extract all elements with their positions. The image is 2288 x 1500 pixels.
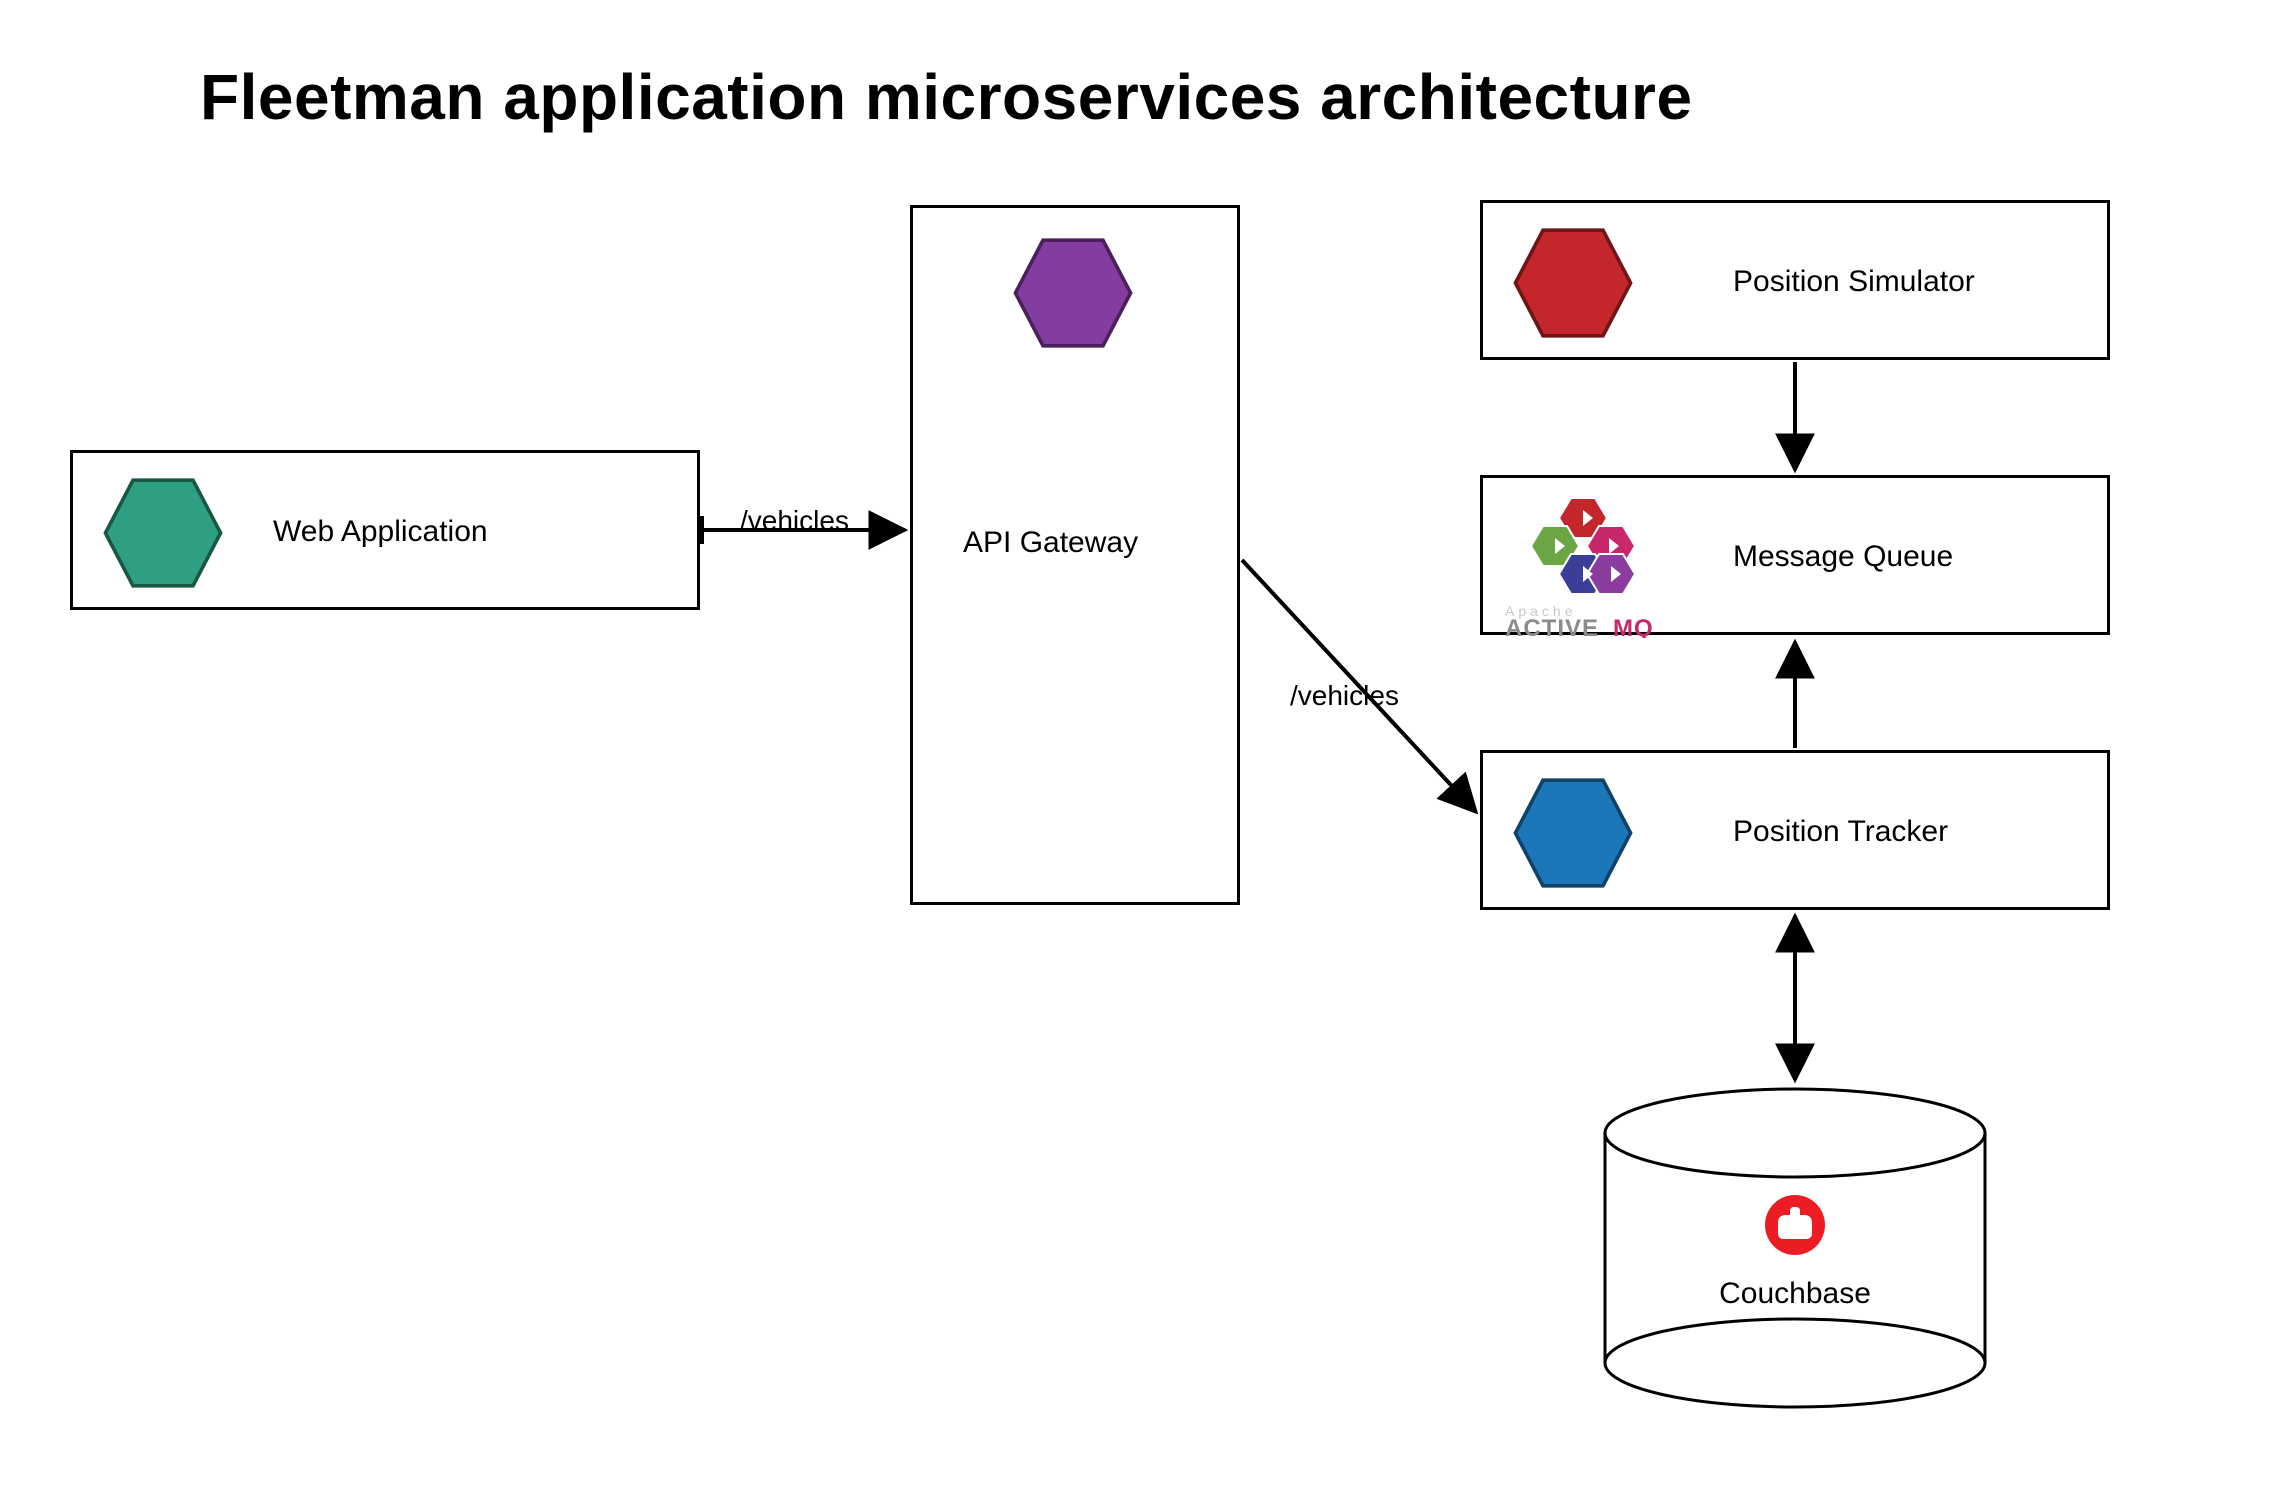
svg-text:Couchbase: Couchbase <box>1719 1277 1871 1310</box>
hexagon-icon <box>1513 223 1633 343</box>
svg-text:MQ: MQ <box>1613 615 1654 638</box>
activemq-logo-icon: Apache ACTIVE MQ <box>1503 488 1683 638</box>
hexagon-icon <box>103 473 223 593</box>
node-label-position-simulator: Position Simulator <box>1733 265 1975 299</box>
node-position-tracker: Position Tracker <box>1480 750 2110 910</box>
node-message-queue: Apache ACTIVE MQ Message Queue <box>1480 475 2110 635</box>
svg-text:ACTIVE: ACTIVE <box>1505 615 1599 638</box>
node-label-message-queue: Message Queue <box>1733 540 1953 574</box>
node-label-position-tracker: Position Tracker <box>1733 815 1948 849</box>
node-api-gateway: API Gateway <box>910 205 1240 905</box>
diagram-title: Fleetman application microservices archi… <box>200 60 1693 134</box>
hexagon-icon <box>1013 233 1133 353</box>
edge-label-api-to-tracker: /vehicles <box>1290 680 1399 712</box>
node-label-api-gateway: API Gateway <box>963 526 1138 560</box>
node-web-application: Web Application <box>70 450 700 610</box>
edge-label-web-to-api: /vehicles <box>740 505 849 537</box>
node-couchbase: Couchbase <box>1600 1085 1990 1415</box>
hexagon-icon <box>1513 773 1633 893</box>
node-position-simulator: Position Simulator <box>1480 200 2110 360</box>
node-label-web-application: Web Application <box>273 515 488 549</box>
